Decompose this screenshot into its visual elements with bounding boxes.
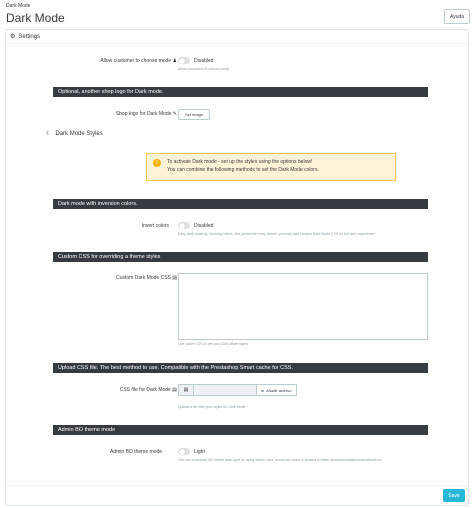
invert-state: Disabled xyxy=(194,223,214,229)
folder-icon: ▰ xyxy=(261,387,265,393)
custom-css-label-text: Custom Dark Mode CSS xyxy=(116,275,171,281)
add-file-button-label: Añadir archivo xyxy=(266,387,292,393)
add-file-button[interactable]: ▰ Añadir archivo xyxy=(256,384,297,396)
invert-help: Easy dark mode by inverting colors. Not … xyxy=(178,232,375,236)
allow-choose-help: Allow customers to choose mode xyxy=(178,67,230,71)
gear-icon: ⚙ xyxy=(10,34,16,40)
dark-styles-title: Dark Mode Styles xyxy=(55,130,103,137)
help-button[interactable]: Ayuda xyxy=(444,9,470,24)
section-admin-bo: Admin BO theme mode xyxy=(53,425,428,435)
allow-choose-state: Disabled xyxy=(194,58,214,64)
alert-line-2: You can combine the following methods to… xyxy=(167,167,319,173)
section-logo: Optional, another shop logo for Dark mod… xyxy=(53,87,428,97)
footer-bar: Save xyxy=(6,485,468,505)
breadcrumb[interactable]: Dark Mode xyxy=(6,3,30,9)
admin-theme-help: You can customize BO theme dark style by… xyxy=(178,458,382,462)
allow-choose-toggle[interactable] xyxy=(178,57,190,64)
invert-toggle[interactable] xyxy=(178,222,190,229)
css-file-upload: ▤ ▰ Añadir archivo xyxy=(178,384,297,396)
invert-label: Invert colors xyxy=(141,223,169,229)
allow-choose-label: Allow customer to choose mode ♟ xyxy=(100,58,177,64)
moon-icon: ☾ xyxy=(46,131,52,137)
user-icon: ♟ xyxy=(172,58,177,64)
file-icon: ▤ xyxy=(178,384,194,396)
custom-css-help: Use native CSS to set your Dark Mode sty… xyxy=(178,342,249,346)
custom-css-label: Custom Dark Mode CSS ▤ xyxy=(116,275,177,281)
admin-theme-state: Light xyxy=(194,449,205,455)
css-file-input[interactable] xyxy=(194,384,256,396)
admin-theme-toggle[interactable] xyxy=(178,448,190,455)
set-image-button[interactable]: Set image xyxy=(178,109,210,120)
section-inversion: Dark mode with inversion colors. xyxy=(53,199,428,209)
info-alert: ! To activate Dark mode - set up the sty… xyxy=(146,153,396,181)
css-file-help: Upload a file with your styles for Dark … xyxy=(178,405,246,409)
alert-line-1: To activate Dark mode - set up the style… xyxy=(167,159,313,165)
warning-icon: ! xyxy=(153,159,161,167)
shop-logo-label-text: Shop logo for Dark Mode xyxy=(115,111,172,117)
page-title: Dark Mode xyxy=(6,11,65,25)
allow-choose-label-text: Allow customer to choose mode xyxy=(100,58,172,64)
pencil-icon: ✎ xyxy=(172,111,177,117)
shop-logo-label: Shop logo for Dark Mode ✎ xyxy=(116,111,177,117)
css-file-label-text: CSS file for Dark Mode xyxy=(119,387,171,393)
alert-lines: To activate Dark mode - set up the style… xyxy=(167,158,319,174)
section-upload-css: Upload CSS file. The best method to use.… xyxy=(53,363,428,373)
css-file-label: CSS file for Dark Mode ▤ xyxy=(120,387,177,393)
save-button[interactable]: Save xyxy=(443,489,465,502)
section-custom-css: Custom CSS for overriding a theme styles xyxy=(53,252,428,262)
panel-title: Settings xyxy=(18,33,41,40)
file-icon: ▤ xyxy=(172,387,177,393)
admin-theme-label: Admin BO theme mode xyxy=(110,449,162,455)
custom-css-textarea[interactable] xyxy=(178,273,428,340)
panel-header: ⚙ Settings xyxy=(6,30,468,44)
file-icon: ▤ xyxy=(172,275,177,281)
settings-panel: ⚙ Settings Allow customer to choose mode… xyxy=(5,29,469,506)
dark-styles-heading: ☾ Dark Mode Styles xyxy=(46,130,103,138)
